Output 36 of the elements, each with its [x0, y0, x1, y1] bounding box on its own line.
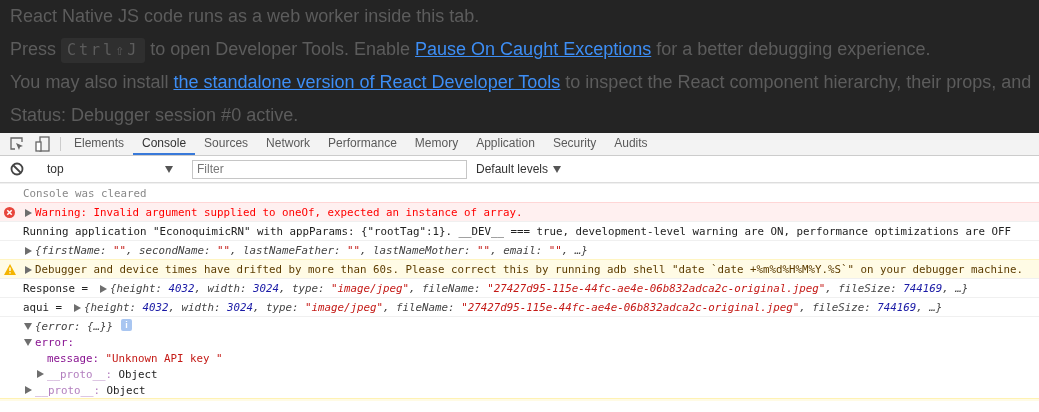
context-select[interactable]: top: [39, 159, 179, 179]
log-message: Running application "EconoquimicRN" with appParams: {"rootTag":1}. __DEV__ === true, development-level warning are ON, performance optimizations are OFF: [23, 224, 1012, 239]
doc-link[interactable]: the standalone version of React Developer Tools: [173, 72, 561, 92]
object-property: message: "Unknown API key ": [47, 350, 223, 366]
devtools-tab[interactable]: Console: [133, 133, 196, 155]
log-message: {height: 4032, width: 3024, type: "image/jpeg", fileName: "27427d95-115e-44fc-ae4e-06b832adca2c-original.jpeg", fileSize: 744169, …}: [110, 281, 969, 296]
log-message: Debugger and device times have drifted by more than 60s. Please correct this by running adb shell "date `date +%m%d%H%M%Y.%S`" on your debugger machine.: [35, 262, 1024, 277]
warning-icon: [4, 264, 16, 275]
error-icon: [4, 207, 15, 218]
object-property[interactable]: __proto__: Object: [35, 382, 146, 398]
devtools-tab[interactable]: Security: [543, 133, 606, 155]
doc-link[interactable]: Pause On Caught Exceptions: [415, 39, 652, 59]
log-message: {firstName: "", secondName: "", lastNameFather: "", lastNameMother: "", email: "", …}: [35, 243, 588, 258]
object-property[interactable]: __proto__: Object: [47, 366, 158, 382]
info-paragraph: React Native JS code runs as a web worker inside this tab.: [10, 5, 481, 28]
console-cleared-text: Console was cleared: [23, 186, 147, 201]
devtools-tab[interactable]: Performance: [319, 133, 406, 155]
log-message: Warning: Invalid argument supplied to oneOf, expected an instance of array.: [35, 205, 523, 220]
levels-dropdown[interactable]: Default levels: [476, 162, 562, 176]
log-label: aqui =: [23, 300, 62, 315]
devtools-tab[interactable]: Elements: [65, 133, 134, 155]
info-paragraph: You may also install the standalone version of React Developer Tools to inspect the React component hierarchy, their props, and: [10, 71, 1033, 94]
info-badge: i: [121, 319, 132, 331]
devtools-tab[interactable]: Memory: [405, 133, 468, 155]
info-paragraph: Status: Debugger session #0 active.: [10, 104, 300, 127]
dropdown-arrow-icon: [165, 165, 173, 173]
devtools-tab[interactable]: Sources: [195, 133, 258, 155]
devtools-tab[interactable]: Application: [467, 133, 544, 155]
object-property[interactable]: error:: [35, 334, 81, 350]
filter-field[interactable]: Filter: [192, 159, 467, 179]
dropdown-arrow-icon: [553, 165, 562, 173]
devtools-tab[interactable]: Audits: [605, 133, 657, 155]
log-label: Response =: [23, 281, 88, 296]
devtools-tab[interactable]: Network: [257, 133, 320, 155]
log-message: {height: 4032, width: 3024, type: "image/jpeg", fileName: "27427d95-115e-44fc-ae4e-06b832adca2c-original.jpeg", fileSize: 744169, …}: [84, 300, 943, 315]
log-message: {error: {…}}: [35, 319, 113, 334]
